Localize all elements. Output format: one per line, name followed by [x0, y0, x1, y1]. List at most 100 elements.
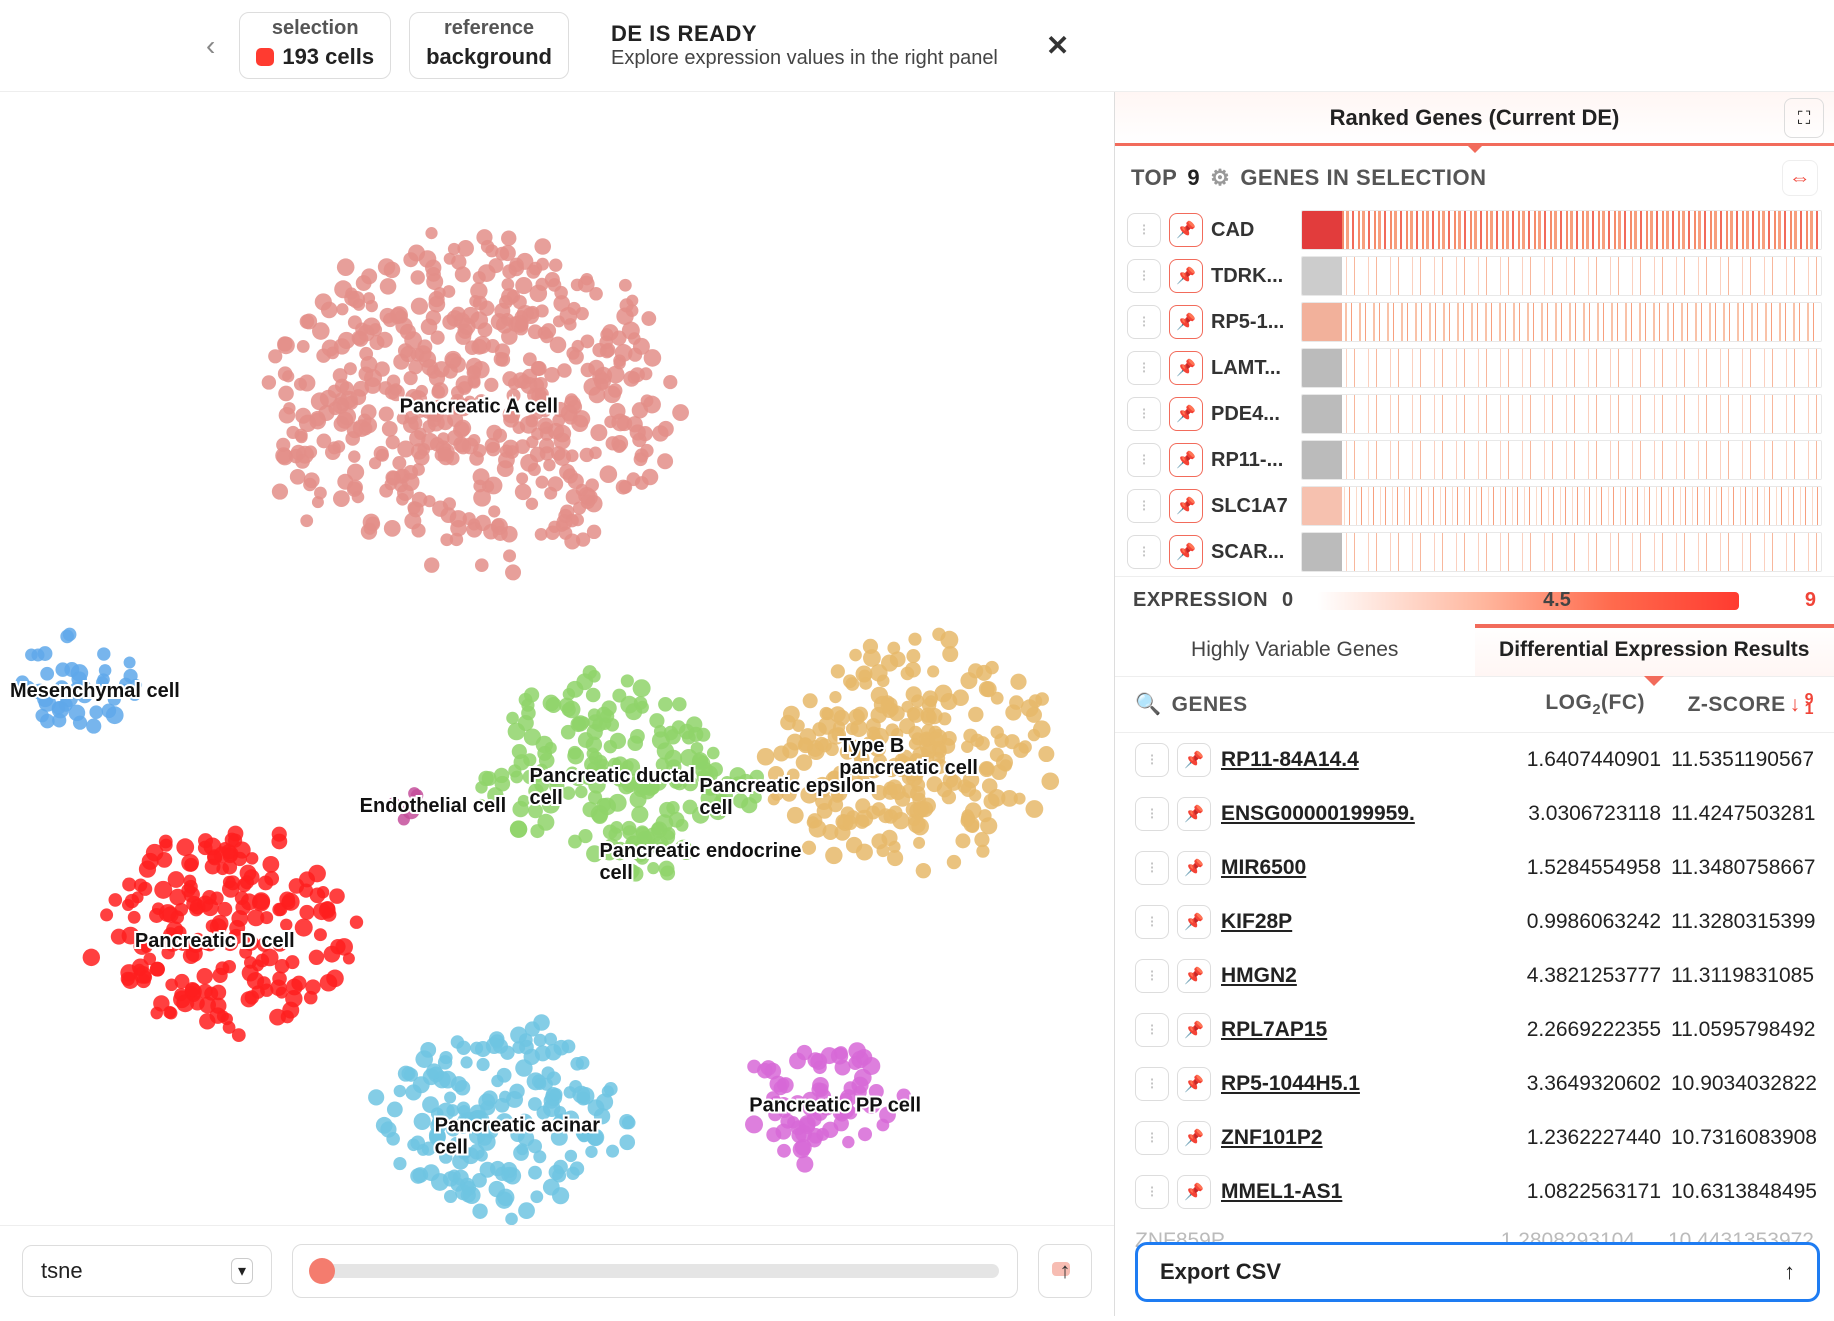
scatter-point[interactable] [491, 313, 508, 330]
scatter-point[interactable] [982, 778, 998, 794]
scatter-point[interactable] [572, 715, 588, 731]
scatter-point[interactable] [622, 821, 637, 836]
scatter-point[interactable] [403, 252, 418, 267]
scatter-point[interactable] [796, 754, 813, 771]
scatter-point[interactable] [515, 1059, 532, 1076]
pin-button[interactable]: 📌 [1169, 305, 1203, 339]
scatter-point[interactable] [310, 888, 326, 904]
scatter-point[interactable] [189, 902, 203, 916]
scatter-point[interactable] [571, 514, 584, 527]
scatter-point[interactable] [517, 375, 531, 389]
scatter-point[interactable] [389, 308, 406, 325]
scatter-point[interactable] [942, 646, 958, 662]
scatter-point[interactable] [787, 807, 804, 824]
pin-button[interactable]: 📌 [1169, 351, 1203, 385]
projection-select[interactable]: tsne ▾ [22, 1245, 272, 1297]
scatter-point[interactable] [550, 1088, 563, 1101]
col-log2fc[interactable]: LOG2(FC) [1445, 691, 1645, 718]
table-row[interactable]: ⁝📌MIR65001.528455495811.3480758667 [1115, 841, 1834, 895]
search-icon[interactable]: 🔍 [1135, 693, 1162, 717]
scatter-point[interactable] [958, 779, 972, 793]
back-chevron-icon[interactable]: ‹ [200, 30, 221, 62]
scatter-point[interactable] [470, 282, 487, 299]
scatter-point[interactable] [1026, 707, 1042, 723]
scatter-point[interactable] [626, 304, 639, 317]
gene-name[interactable]: RP5-1044H5.1 [1221, 1072, 1451, 1096]
scatter-point[interactable] [856, 844, 873, 861]
scatter-point[interactable] [596, 378, 608, 390]
pin-button[interactable]: 📌 [1177, 959, 1211, 993]
scatter-point[interactable] [472, 1204, 487, 1219]
scatter-point[interactable] [431, 331, 445, 345]
scatter-point[interactable] [343, 952, 355, 964]
scatter-point[interactable] [877, 844, 890, 857]
scatter-point[interactable] [604, 1082, 618, 1096]
scatter-point[interactable] [352, 331, 367, 346]
scatter-point[interactable] [472, 361, 489, 378]
scatter-point[interactable] [541, 323, 556, 338]
scatter-point[interactable] [473, 480, 486, 493]
gene-name[interactable]: KIF28P [1221, 910, 1451, 934]
scatter-point[interactable] [518, 1202, 535, 1219]
scatter-point[interactable] [782, 742, 798, 758]
scatter-point[interactable] [792, 719, 805, 732]
scatter-point[interactable] [543, 695, 560, 712]
scatter-point[interactable] [225, 875, 240, 890]
scatter-point[interactable] [520, 416, 538, 434]
scatter-point[interactable] [1028, 729, 1040, 741]
scatter-point[interactable] [597, 798, 611, 812]
scatter-point[interactable] [849, 649, 862, 662]
scatter-point[interactable] [455, 266, 471, 282]
scatter-point[interactable] [497, 1189, 514, 1206]
scatter-point[interactable] [423, 495, 435, 507]
scatter-point[interactable] [940, 693, 957, 710]
col-zscore[interactable]: Z-SCORE ↓ 9 1 [1655, 693, 1814, 717]
scatter-point[interactable] [537, 746, 552, 761]
scatter-point[interactable] [606, 1145, 619, 1158]
scatter-point[interactable] [600, 465, 618, 483]
scatter-point[interactable] [955, 833, 970, 848]
scatter-point[interactable] [603, 824, 618, 839]
gene-name[interactable]: MMEL1-AS1 [1221, 1180, 1451, 1204]
gene-name[interactable]: ENSG00000199959. [1221, 802, 1451, 826]
scatter-point[interactable] [218, 902, 233, 917]
scatter-point[interactable] [476, 229, 492, 245]
scatter-point[interactable] [163, 1006, 176, 1019]
scatter-point[interactable] [548, 521, 560, 533]
scatter-point[interactable] [421, 433, 438, 450]
scatter-point[interactable] [1010, 674, 1026, 690]
scatter-point[interactable] [908, 815, 926, 833]
scatter-point[interactable] [272, 483, 288, 499]
scatter-point[interactable] [592, 718, 606, 732]
scatter-point[interactable] [382, 421, 398, 437]
scatter-color-button[interactable]: ⁝ [1127, 213, 1161, 247]
scatter-point[interactable] [361, 404, 377, 420]
scatter-point[interactable] [564, 318, 577, 331]
scatter-point[interactable] [669, 812, 685, 828]
scatter-point[interactable] [417, 1144, 429, 1156]
scatter-point[interactable] [916, 863, 931, 878]
scatter-point[interactable] [970, 734, 984, 748]
scatter-color-button[interactable]: ⁝ [1135, 797, 1169, 831]
upload-button[interactable]: ↑ [1038, 1244, 1092, 1298]
scatter-point[interactable] [798, 738, 813, 753]
scatter-point[interactable] [309, 950, 324, 965]
scatter-point[interactable] [536, 304, 549, 317]
scatter-point[interactable] [317, 434, 332, 449]
scatter-point[interactable] [663, 375, 677, 389]
scatter-point[interactable] [1009, 695, 1024, 710]
scatter-point[interactable] [532, 1074, 546, 1088]
scatter-point[interactable] [532, 361, 547, 376]
scatter-point[interactable] [672, 404, 689, 421]
scatter-point[interactable] [308, 865, 326, 883]
scatter-point[interactable] [615, 344, 633, 362]
scatter-point[interactable] [968, 707, 983, 722]
scatter-point[interactable] [457, 240, 474, 257]
scatter-point[interactable] [149, 908, 164, 923]
tab-de-results[interactable]: Differential Expression Results [1475, 624, 1834, 676]
scatter-point[interactable] [468, 518, 480, 530]
scatter-point[interactable] [299, 905, 314, 920]
scatter-point[interactable] [500, 445, 513, 458]
scatter-point[interactable] [634, 696, 648, 710]
scatter-point[interactable] [297, 340, 310, 353]
